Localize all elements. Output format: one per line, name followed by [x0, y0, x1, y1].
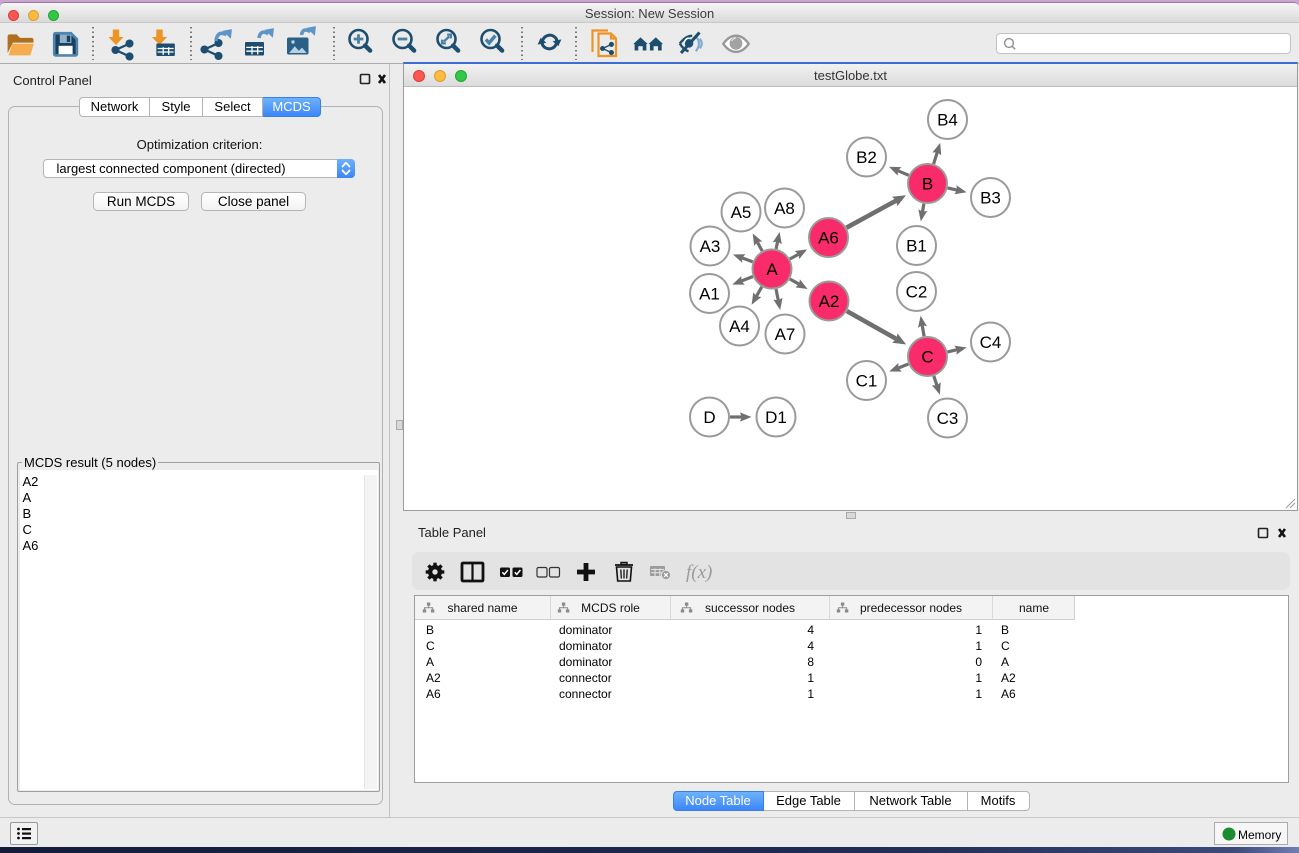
svg-text:B4: B4 — [937, 111, 958, 130]
svg-text:A8: A8 — [774, 199, 795, 218]
svg-text:D1: D1 — [765, 408, 787, 427]
svg-text:A5: A5 — [731, 203, 752, 222]
svg-text:A4: A4 — [729, 317, 750, 336]
svg-text:C2: C2 — [906, 283, 928, 302]
svg-text:B3: B3 — [980, 189, 1001, 208]
svg-text:A3: A3 — [700, 237, 721, 256]
svg-text:A1: A1 — [699, 285, 720, 304]
svg-text:A: A — [766, 260, 778, 279]
svg-text:B: B — [922, 175, 933, 194]
svg-text:C: C — [921, 348, 933, 367]
svg-text:A7: A7 — [775, 325, 796, 344]
svg-text:B2: B2 — [856, 148, 877, 167]
svg-text:B1: B1 — [906, 237, 927, 256]
svg-text:A2: A2 — [819, 292, 840, 311]
svg-text:D: D — [703, 408, 715, 427]
svg-text:C3: C3 — [937, 409, 959, 428]
svg-text:A6: A6 — [818, 229, 839, 248]
svg-text:C4: C4 — [980, 333, 1002, 352]
svg-text:C1: C1 — [856, 372, 878, 391]
svg-text:f(x): f(x) — [686, 562, 712, 583]
